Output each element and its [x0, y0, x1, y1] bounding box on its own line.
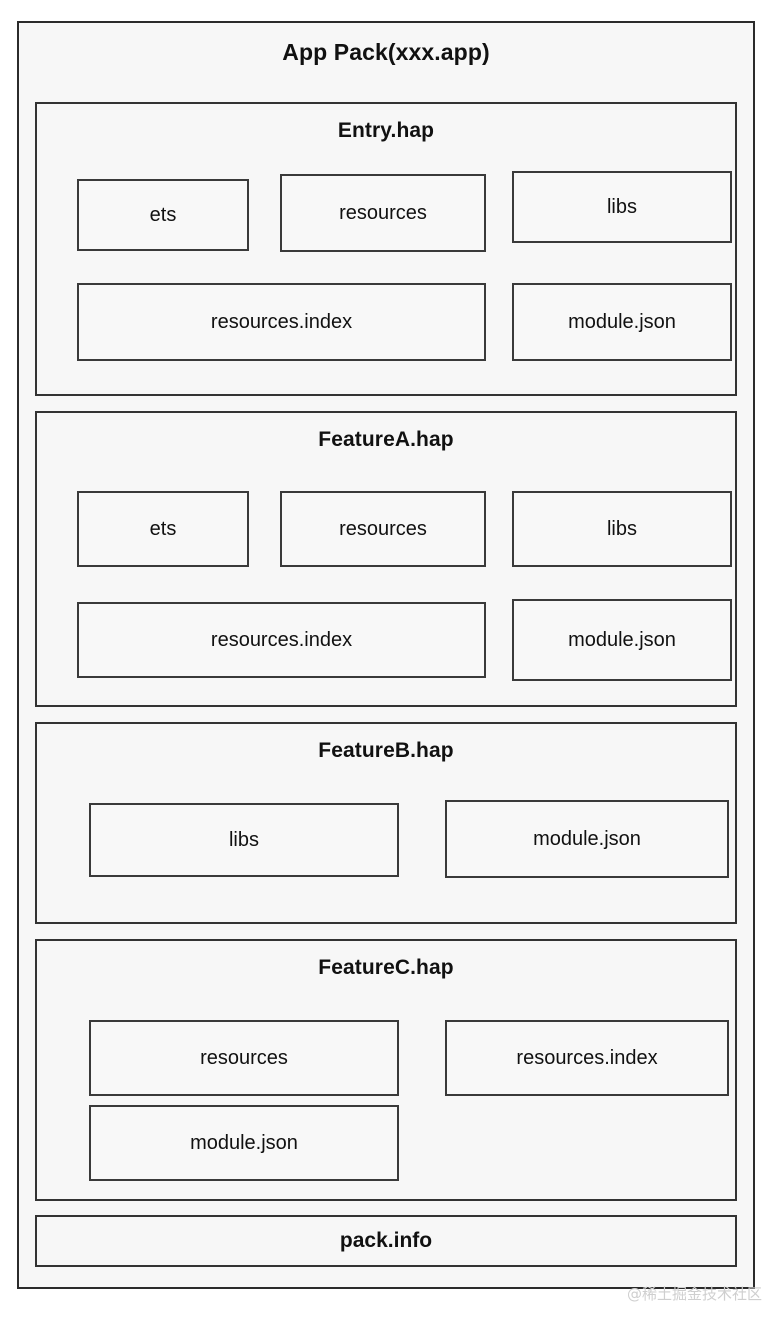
hap-section-entry: Entry.hap ets resources libs resources.i…	[35, 102, 737, 396]
item-box-featurea-ets: ets	[77, 491, 249, 567]
item-box-featurea-module-json: module.json	[512, 599, 732, 681]
hap-section-title-featurea: FeatureA.hap	[318, 428, 454, 451]
item-box-featurec-resources-index: resources.index	[445, 1020, 729, 1096]
item-box-entry-ets: ets	[77, 179, 249, 251]
item-box-entry-resources-index: resources.index	[77, 283, 486, 361]
item-box-entry-libs: libs	[512, 171, 732, 243]
item-box-entry-module-json: module.json	[512, 283, 732, 361]
hap-section-title-featureb: FeatureB.hap	[318, 739, 454, 762]
item-box-featurea-resources: resources	[280, 491, 486, 567]
item-box-entry-resources: resources	[280, 174, 486, 252]
item-box-featurea-libs: libs	[512, 491, 732, 567]
item-box-featurea-resources-index: resources.index	[77, 602, 486, 678]
app-pack-container: App Pack(xxx.app) Entry.hap ets resource…	[17, 21, 755, 1289]
item-box-featurec-resources: resources	[89, 1020, 399, 1096]
hap-section-title-featurec: FeatureC.hap	[318, 956, 454, 979]
hap-section-title-entry: Entry.hap	[337, 119, 435, 142]
pack-info-box: pack.info	[35, 1215, 737, 1267]
hap-section-featureb: FeatureB.hap libs module.json	[35, 722, 737, 924]
item-box-featureb-module-json: module.json	[445, 800, 729, 878]
app-pack-title: App Pack(xxx.app)	[282, 39, 490, 65]
hap-section-featurea: FeatureA.hap ets resources libs resource…	[35, 411, 737, 707]
item-box-featurec-module-json: module.json	[89, 1105, 399, 1181]
hap-section-featurec: FeatureC.hap resources resources.index m…	[35, 939, 737, 1201]
item-box-featureb-libs: libs	[89, 803, 399, 877]
